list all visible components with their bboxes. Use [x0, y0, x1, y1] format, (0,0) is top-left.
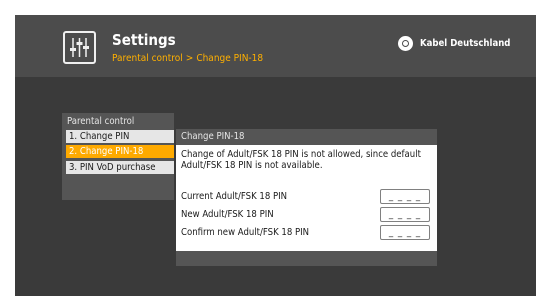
new-pin-input[interactable]: _ _ _ _: [380, 207, 430, 222]
menu-item-change-pin-18[interactable]: 2. Change PIN-18: [66, 145, 174, 158]
header-bar: Settings Parental control > Change PIN-18 …: [15, 15, 536, 77]
menu-title: Parental control: [67, 116, 135, 127]
panel-body: Change of Adult/FSK 18 PIN is not allowe…: [176, 145, 437, 251]
settings-sliders-icon: [63, 31, 96, 64]
current-pin-label: Current Adult/FSK 18 PIN: [181, 191, 288, 202]
page-title: Settings: [112, 31, 176, 49]
brand: Kabel Deutschland: [398, 35, 510, 51]
confirm-pin-label: Confirm new Adult/FSK 18 PIN: [181, 227, 310, 238]
breadcrumb-separator: >: [185, 53, 194, 64]
new-pin-label: New Adult/FSK 18 PIN: [181, 209, 274, 220]
confirm-pin-input[interactable]: _ _ _ _: [380, 225, 430, 240]
panel-title: Change PIN-18: [181, 131, 245, 142]
kabel-deutschland-logo-icon: [398, 35, 413, 51]
notice-text: Change of Adult/FSK 18 PIN is not allowe…: [181, 149, 421, 171]
brand-name: Kabel Deutschland: [420, 37, 511, 49]
breadcrumb-item-change-pin-18: Change PIN-18: [196, 53, 264, 64]
parental-control-menu: Parental control 1. Change PIN 2. Change…: [62, 113, 174, 200]
current-pin-input[interactable]: _ _ _ _: [380, 189, 430, 204]
breadcrumb: Parental control > Change PIN-18: [112, 53, 263, 65]
menu-item-change-pin[interactable]: 1. Change PIN: [66, 130, 174, 143]
tv-screen: Settings Parental control > Change PIN-18 …: [15, 15, 536, 296]
change-pin-18-panel: Change PIN-18 Change of Adult/FSK 18 PIN…: [176, 129, 437, 266]
menu-item-pin-vod-purchase[interactable]: 3. PIN VoD purchase: [66, 161, 174, 174]
breadcrumb-item-parental-control: Parental control: [112, 53, 183, 64]
